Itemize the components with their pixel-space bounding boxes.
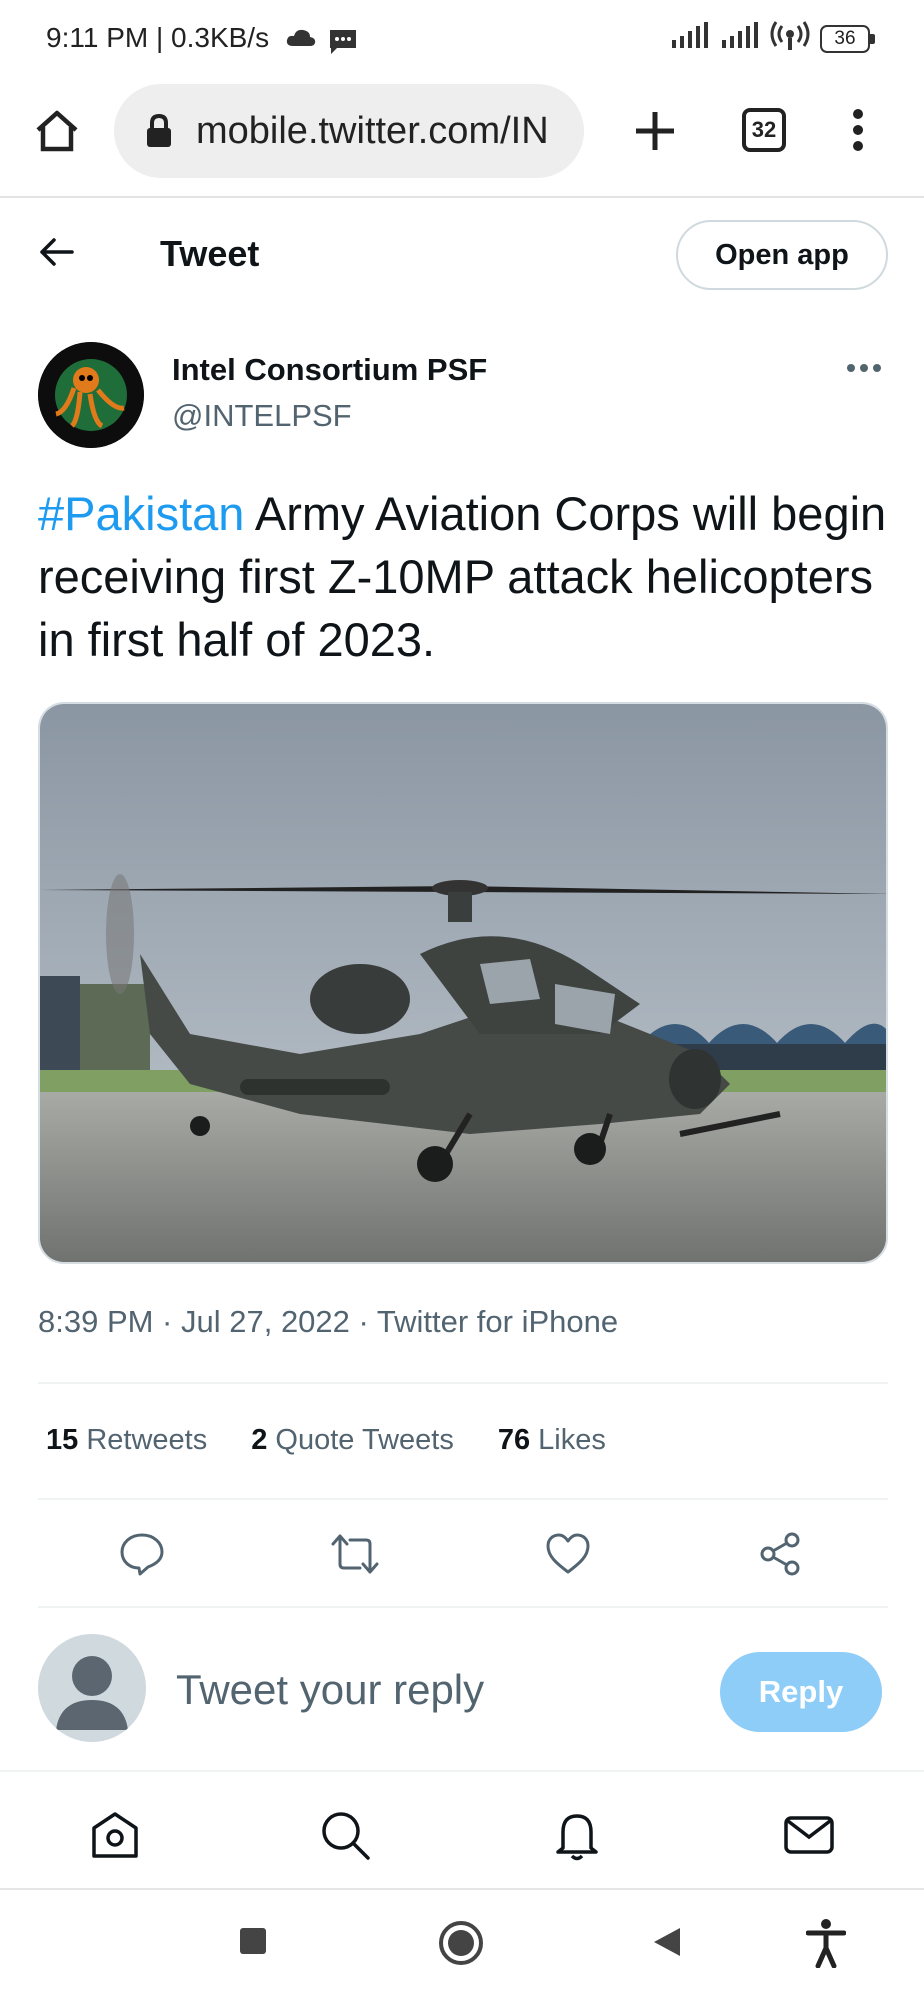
back-arrow-icon[interactable]	[36, 232, 80, 276]
messages-nav-icon[interactable]	[782, 1808, 836, 1862]
message-icon	[328, 28, 358, 61]
back-button-icon[interactable]	[652, 1926, 684, 1963]
like-icon[interactable]	[544, 1530, 594, 1580]
battery-level: 36	[834, 27, 856, 49]
tweet-text: #Pakistan Army Aviation Corps will begin…	[38, 482, 888, 671]
battery-icon: 36	[820, 24, 876, 53]
share-icon[interactable]	[756, 1530, 806, 1580]
likes-label: Likes	[538, 1424, 606, 1456]
author-handle[interactable]: @INTELPSF	[172, 398, 352, 434]
reply-button[interactable]: Reply	[720, 1652, 882, 1732]
cloud-icon	[286, 28, 316, 53]
open-app-button[interactable]: Open app	[676, 220, 888, 290]
user-avatar	[38, 1634, 146, 1742]
page-title: Tweet	[160, 233, 260, 274]
bottom-nav	[0, 1770, 924, 1890]
tab-count: 32	[751, 117, 777, 142]
divider	[38, 1606, 888, 1608]
retweets-label: Retweets	[86, 1424, 208, 1456]
likes-count: 76	[497, 1424, 531, 1456]
system-nav-bar	[0, 1892, 924, 2000]
url-bar[interactable]: mobile.twitter.com/IN	[114, 84, 584, 178]
signal-icon	[670, 22, 710, 55]
notifications-nav-icon[interactable]	[550, 1808, 604, 1862]
tweet-image[interactable]	[38, 702, 888, 1264]
hotspot-icon	[770, 20, 810, 57]
retweet-icon[interactable]	[330, 1530, 380, 1580]
retweets-count: 15	[46, 1424, 79, 1456]
divider	[38, 1382, 888, 1384]
reply-input[interactable]: Tweet your reply	[176, 1666, 484, 1714]
more-options-icon[interactable]	[846, 360, 886, 380]
recents-icon[interactable]	[238, 1926, 268, 1961]
home-nav-icon[interactable]	[88, 1808, 142, 1862]
hashtag-link[interactable]: #Pakistan	[38, 487, 244, 540]
accessibility-icon[interactable]	[805, 1918, 847, 1973]
tweet-timestamp: 8:39 PM · Jul 27, 2022 · Twitter for iPh…	[38, 1304, 619, 1339]
status-time-speed: 9:11 PM | 0.3KB/s	[46, 22, 270, 53]
new-tab-icon[interactable]	[634, 110, 676, 157]
divider	[38, 1498, 888, 1500]
tweet-stats: 15 Retweets 2 Quote Tweets 76 Likes	[46, 1424, 606, 1457]
author-avatar[interactable]	[38, 342, 144, 448]
quote-tweets-count: 2	[251, 1424, 268, 1456]
home-button-icon[interactable]	[438, 1920, 484, 1971]
signal-icon	[720, 22, 760, 55]
author-name[interactable]: Intel Consortium PSF	[172, 352, 487, 388]
search-nav-icon[interactable]	[318, 1808, 372, 1862]
quote-tweets-stat[interactable]: 2 Quote Tweets	[251, 1424, 454, 1457]
url-text: mobile.twitter.com/IN	[196, 110, 549, 152]
status-bar: 9:11 PM | 0.3KB/s 36	[0, 0, 924, 80]
lock-icon	[146, 113, 172, 153]
menu-icon[interactable]	[852, 108, 864, 157]
quote-tweets-label: Quote Tweets	[275, 1424, 454, 1456]
browser-toolbar: mobile.twitter.com/IN 32	[0, 80, 924, 198]
retweets-stat[interactable]: 15 Retweets	[46, 1424, 207, 1457]
tabs-button[interactable]: 32	[742, 108, 786, 152]
likes-stat[interactable]: 76 Likes	[498, 1424, 606, 1457]
reply-icon[interactable]	[118, 1530, 168, 1580]
home-icon[interactable]	[34, 108, 80, 159]
status-icons: 36	[670, 20, 876, 57]
